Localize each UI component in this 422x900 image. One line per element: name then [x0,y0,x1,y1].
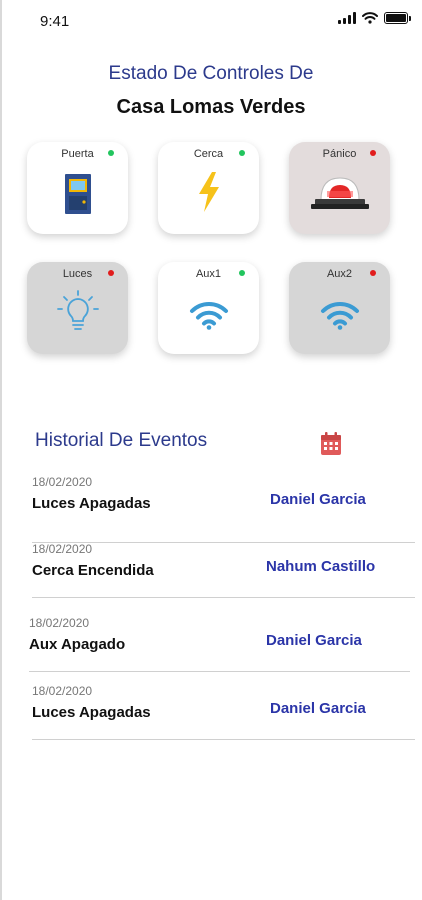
status-dot [370,150,376,156]
status-bar: 9:41 [0,0,422,44]
control-tile-aux1[interactable]: Aux1 [158,262,259,354]
calendar-icon[interactable] [320,432,342,456]
status-dot [108,270,114,276]
wifi-icon [362,12,378,24]
history-title: Historial De Eventos [35,430,208,451]
header-house-name: Casa Lomas Verdes [116,96,306,118]
lightbulb-icon [56,290,99,330]
history-item[interactable]: 18/02/2020 Luces Apagadas Daniel Garcia [32,475,415,543]
history-item[interactable]: 18/02/2020 Aux Apagado Daniel Garcia [29,616,410,672]
status-dot [370,270,376,276]
event-date: 18/02/2020 [32,542,93,556]
alarm-button-icon [310,177,369,209]
event-date: 18/02/2020 [32,684,93,698]
control-tile-puerta[interactable]: Puerta [27,142,128,234]
event-user: Daniel Garcia [266,632,362,649]
event-user: Daniel Garcia [270,491,366,508]
signal-icon [338,12,356,24]
screen-edge [0,0,2,900]
header-subtitle: Estado De Controles De [108,63,314,84]
event-user: Nahum Castillo [266,558,376,575]
control-tile-cerca[interactable]: Cerca [158,142,259,234]
history-item[interactable]: 18/02/2020 Luces Apagadas Daniel Garcia [32,684,415,740]
status-dot [239,270,245,276]
event-user: Daniel Garcia [270,700,366,717]
status-dot [239,150,245,156]
lightning-icon [198,172,219,212]
control-tile-luces[interactable]: Luces [27,262,128,354]
status-icons [338,12,411,24]
status-time: 9:41 [40,13,70,30]
event-date: 18/02/2020 [32,475,93,489]
event-description: Luces Apagadas [32,495,151,512]
door-icon [64,174,91,214]
battery-icon [384,12,411,24]
wifi-icon [189,301,228,330]
status-dot [108,150,114,156]
event-description: Luces Apagadas [32,704,151,721]
wifi-icon [320,301,359,330]
event-description: Cerca Encendida [32,562,154,579]
control-tile-aux2[interactable]: Aux2 [289,262,390,354]
control-tile-panico[interactable]: Pánico [289,142,390,234]
event-description: Aux Apagado [29,636,126,653]
history-item[interactable]: 18/02/2020 Cerca Encendida Nahum Castill… [32,542,415,598]
event-date: 18/02/2020 [29,616,90,630]
